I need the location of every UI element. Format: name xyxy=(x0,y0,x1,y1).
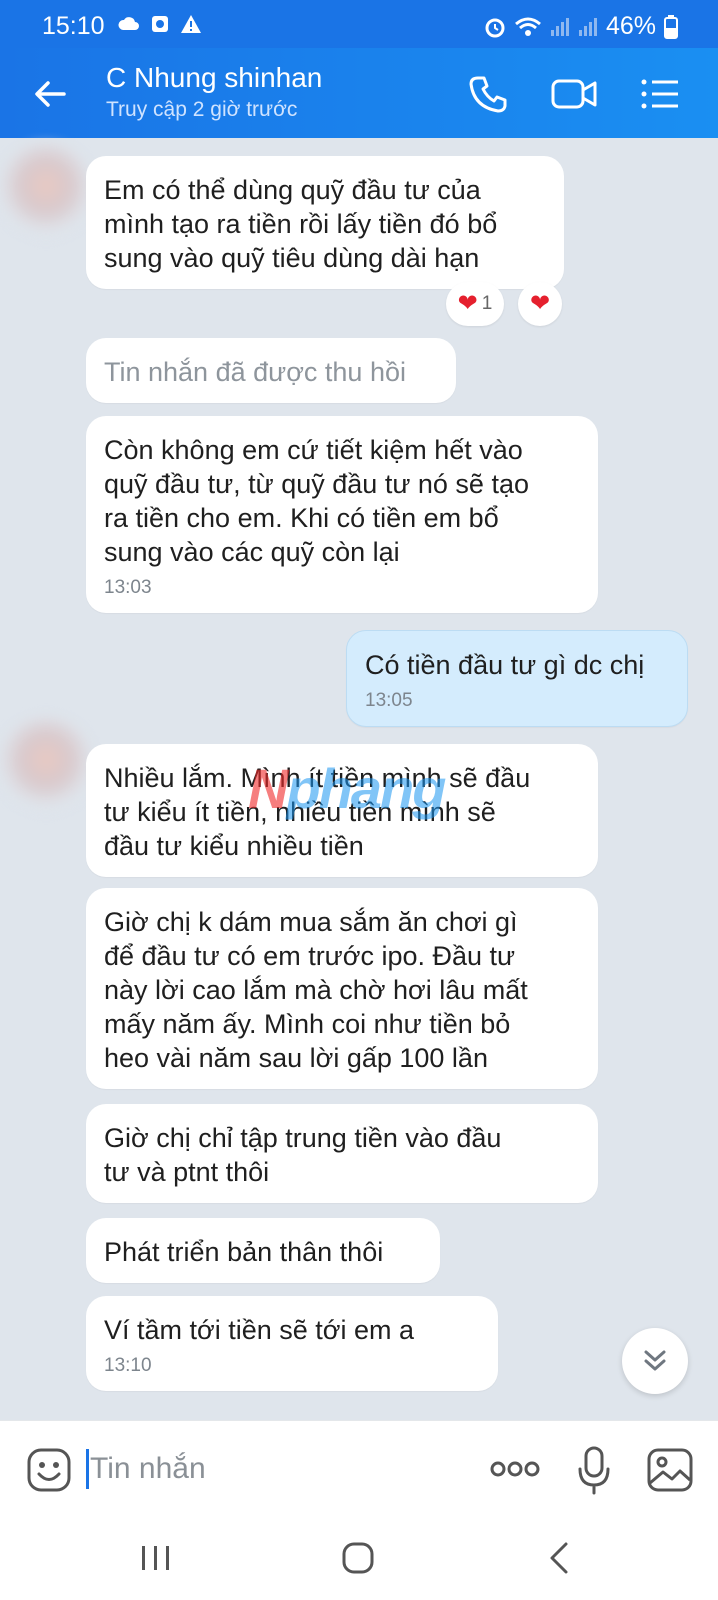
reaction-badge[interactable]: ❤ 1 xyxy=(446,282,504,326)
message-bubble[interactable]: Còn không em cứ tiết kiệm hết vào quỹ đầ… xyxy=(86,416,598,613)
message-bubble[interactable]: Giờ chị chỉ tập trung tiền vào đầu tư và… xyxy=(86,1104,598,1203)
notification-box-icon xyxy=(152,16,168,32)
phone-icon[interactable] xyxy=(466,74,510,114)
double-chevron-down-icon xyxy=(644,1350,666,1371)
message-bubble[interactable]: Phát triển bản thân thôi xyxy=(86,1218,440,1283)
scroll-to-bottom-button[interactable] xyxy=(622,1328,688,1394)
message-line: để đầu tư có em trước ipo. Đầu tư xyxy=(104,941,516,971)
status-time: 15:10 xyxy=(42,12,105,40)
message-line: Giờ chị chỉ tập trung tiền vào đầu xyxy=(104,1123,502,1153)
message-time: 13:03 xyxy=(104,577,152,598)
emoji-icon[interactable] xyxy=(26,1447,72,1493)
contact-last-seen: Truy cập 2 giờ trước xyxy=(106,98,298,121)
message-line: tư và ptnt thôi xyxy=(104,1157,270,1187)
chat-area[interactable]: Em có thể dùng quỹ đầu tư của mình tạo r… xyxy=(0,138,718,1420)
message-line: Ví tầm tới tiền sẽ tới em a xyxy=(104,1315,415,1345)
message-bubble[interactable]: Em có thể dùng quỹ đầu tư của mình tạo r… xyxy=(86,156,564,289)
message-line: heo vài năm sau lời gấp 100 lần xyxy=(104,1043,488,1073)
alarm-icon xyxy=(485,18,505,37)
video-call-icon[interactable] xyxy=(550,74,598,114)
heart-icon: ❤ xyxy=(457,290,478,317)
react-button[interactable]: ❤ xyxy=(518,282,562,326)
back-arrow-icon[interactable] xyxy=(30,74,70,114)
message-line: Có tiền đầu tư gì dc chị xyxy=(365,650,645,680)
message-line: Em có thể dùng quỹ đầu tư của xyxy=(104,175,481,205)
battery-level: 46% xyxy=(605,12,656,40)
avatar[interactable] xyxy=(0,144,92,236)
back-icon[interactable] xyxy=(540,1538,580,1578)
recalled-message[interactable]: Tin nhắn đã được thu hồi xyxy=(86,338,456,403)
warning-icon xyxy=(181,15,201,33)
message-time: 13:10 xyxy=(104,1355,152,1376)
message-line: quỹ đầu tư, từ quỹ đầu tư nó sẽ tạo xyxy=(104,469,529,499)
status-bar: 15:10 46% xyxy=(0,0,718,48)
reaction-count: 1 xyxy=(481,293,493,314)
message-bubble[interactable]: Ví tầm tới tiền sẽ tới em a 13:10 xyxy=(86,1296,498,1391)
message-bubble-outgoing[interactable]: Có tiền đầu tư gì dc chị 13:05 xyxy=(346,630,688,727)
message-line: Giờ chị k dám mua sắm ăn chơi gì xyxy=(104,907,518,937)
more-options-icon[interactable] xyxy=(490,1459,540,1479)
signal-icon xyxy=(578,17,597,36)
signal-icon xyxy=(550,17,569,36)
message-line: mấy năm ấy. Mình coi như tiền bỏ xyxy=(104,1009,511,1039)
recent-apps-icon[interactable] xyxy=(136,1538,176,1578)
menu-list-icon[interactable] xyxy=(640,74,680,114)
text-cursor xyxy=(86,1449,89,1489)
message-line: Còn không em cứ tiết kiệm hết vào xyxy=(104,435,523,465)
wifi-icon xyxy=(514,17,541,36)
home-icon[interactable] xyxy=(338,1538,378,1578)
message-line: đầu tư kiểu nhiều tiền xyxy=(104,831,364,861)
avatar[interactable] xyxy=(0,718,92,810)
message-time: 13:05 xyxy=(365,690,413,711)
watermark: Nphang xyxy=(248,757,446,820)
message-line: sung vào quỹ tiêu dùng dài hạn xyxy=(104,243,480,273)
heart-icon: ❤ xyxy=(529,290,551,317)
message-input-bar xyxy=(0,1420,718,1518)
message-line: này lời cao lắm mà chờ hơi lâu mất xyxy=(104,975,528,1005)
message-line: sung vào các quỹ còn lại xyxy=(104,537,400,567)
chat-header: C Nhung shinhan Truy cập 2 giờ trước xyxy=(0,48,718,138)
system-nav-bar xyxy=(0,1518,718,1600)
contact-name[interactable]: C Nhung shinhan xyxy=(106,62,322,94)
cloud-icon xyxy=(118,17,139,30)
message-line: mình tạo ra tiền rồi lấy tiền đó bổ xyxy=(104,209,498,239)
battery-icon xyxy=(664,14,678,39)
message-bubble[interactable]: Giờ chị k dám mua sắm ăn chơi gì để đầu … xyxy=(86,888,598,1089)
message-line: Phát triển bản thân thôi xyxy=(104,1237,384,1267)
message-line: ra tiền cho em. Khi có tiền em bổ xyxy=(104,503,499,533)
image-icon[interactable] xyxy=(646,1447,694,1493)
message-input[interactable] xyxy=(90,1449,470,1489)
message-line: Tin nhắn đã được thu hồi xyxy=(104,357,406,387)
microphone-icon[interactable] xyxy=(576,1445,612,1495)
